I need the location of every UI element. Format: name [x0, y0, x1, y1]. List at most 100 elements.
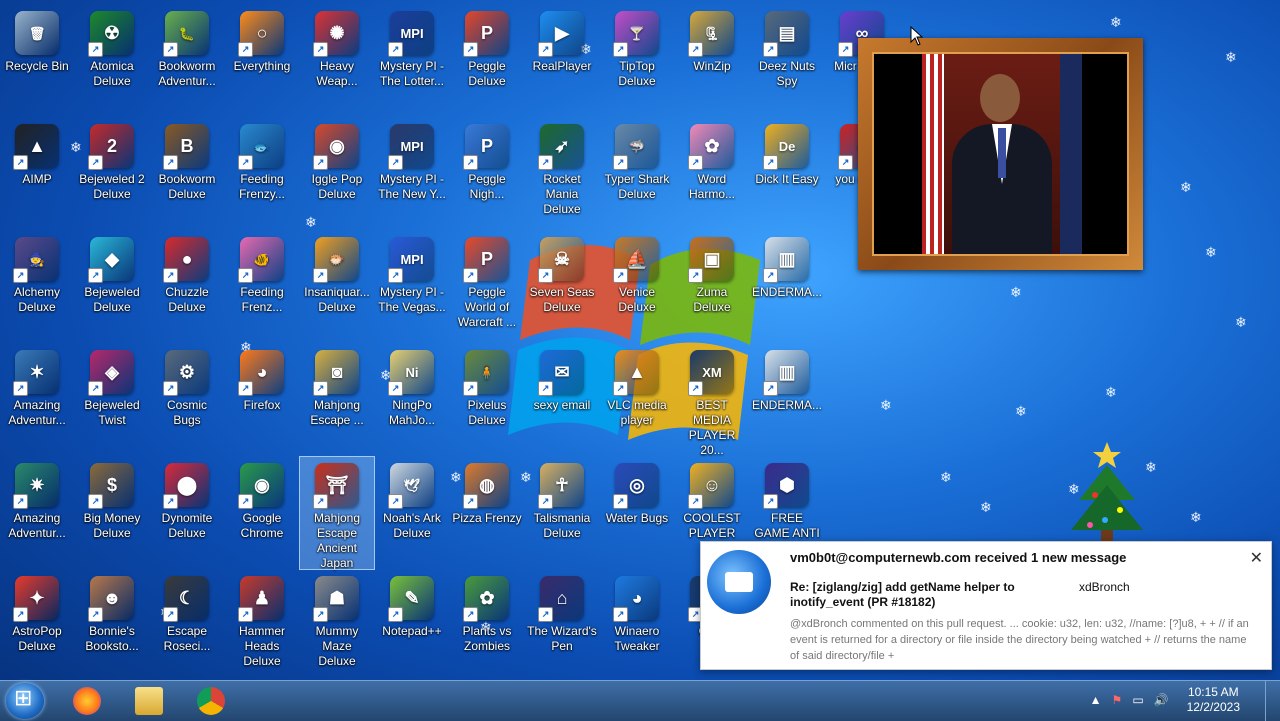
desktop-icon[interactable]: MPI ↗ Mystery PI - The New Y... — [375, 118, 449, 228]
desktop-icon[interactable]: ○ ↗ Everything — [225, 5, 299, 115]
desktop-icon[interactable]: ✿ ↗ Plants vs Zombies — [450, 570, 524, 680]
desktop-icon[interactable]: ⛩ ↗ Mahjong Escape Ancient Japan — [299, 456, 375, 570]
desktop-icon[interactable]: ➶ ↗ Rocket Mania Deluxe — [525, 118, 599, 228]
desktop-icon[interactable]: ☻ ↗ Bonnie's Booksto... — [75, 570, 149, 680]
desktop-icon[interactable]: ⬤ ↗ Dynomite Deluxe — [150, 457, 224, 567]
desktop-icon[interactable]: ◕ ↗ Winaero Tweaker — [600, 570, 674, 680]
shortcut-arrow-icon: ↗ — [163, 155, 178, 170]
desktop-icon[interactable]: P ↗ Peggle Nigh... — [450, 118, 524, 228]
desktop-icon[interactable]: ✦ ↗ AstroPop Deluxe — [0, 570, 74, 680]
app-icon: ⛩ ↗ — [313, 463, 359, 509]
clock[interactable]: 10:15 AM 12/2/2023 — [1187, 685, 1240, 715]
desktop-icon[interactable]: ✷ ↗ Amazing Adventur... — [0, 457, 74, 567]
desktop-icon-label: Mummy Maze Deluxe — [315, 624, 359, 668]
app-icon: ☻ ↗ — [88, 576, 134, 622]
desktop-icon[interactable]: ● ↗ Chuzzle Deluxe — [150, 231, 224, 341]
desktop-icon[interactable]: B ↗ Bookworm Deluxe — [150, 118, 224, 228]
desktop-icon[interactable]: ▥ ↗ ENDERMA... — [750, 344, 824, 454]
desktop-icon-label: Bookworm Deluxe — [158, 172, 216, 201]
desktop-icon[interactable]: 🦈 ↗ Typer Shark Deluxe — [600, 118, 674, 228]
desktop-icon[interactable]: ✉ ↗ sexy email — [525, 344, 599, 454]
shortcut-arrow-icon: ↗ — [313, 494, 328, 509]
desktop-icon[interactable]: ✶ ↗ Amazing Adventur... — [0, 344, 74, 454]
desktop-icon[interactable]: MPI ↗ Mystery PI - The Lotter... — [375, 5, 449, 115]
desktop-icon[interactable]: MPI ↗ Mystery PI - The Vegas... — [375, 231, 449, 341]
shortcut-arrow-icon: ↗ — [13, 268, 28, 283]
desktop-icon[interactable]: ⚙ ↗ Cosmic Bugs — [150, 344, 224, 454]
desktop-icon[interactable]: ◍ ↗ Pizza Frenzy — [450, 457, 524, 567]
desktop-icon[interactable]: ☢ ↗ Atomica Deluxe — [75, 5, 149, 115]
network-icon[interactable]: ▭ — [1132, 693, 1143, 707]
desktop-icon[interactable]: ☾ ↗ Escape Roseci... — [150, 570, 224, 680]
desktop-icon[interactable]: 🐛 ↗ Bookworm Adventur... — [150, 5, 224, 115]
shortcut-arrow-icon: ↗ — [838, 42, 853, 57]
desktop-icon-label: Mahjong Escape ... — [310, 398, 364, 427]
desktop-icon[interactable]: ⌂ ↗ The Wizard's Pen — [525, 570, 599, 680]
shortcut-arrow-icon: ↗ — [163, 494, 178, 509]
desktop-icon[interactable]: 🕊 ↗ Noah's Ark Deluxe — [375, 457, 449, 567]
desktop-icon[interactable]: 2 ↗ Bejeweled 2 Deluxe — [75, 118, 149, 228]
new-mail-notification[interactable]: vm0b0t@computernewb.com received 1 new m… — [700, 541, 1272, 670]
desktop-icon[interactable]: XM ↗ BEST MEDIA PLAYER 20... — [675, 344, 749, 457]
desktop-icon[interactable]: ⛵ ↗ Venice Deluxe — [600, 231, 674, 341]
desktop-icon[interactable]: ◙ ↗ Mahjong Escape ... — [300, 344, 374, 454]
desktop-icon[interactable]: P ↗ Peggle Deluxe — [450, 5, 524, 115]
shortcut-arrow-icon: ↗ — [763, 42, 778, 57]
desktop-icon[interactable]: ✎ ↗ Notepad++ — [375, 570, 449, 680]
desktop-icon[interactable]: ☗ ↗ Mummy Maze Deluxe — [300, 570, 374, 680]
desktop-icon[interactable]: ▥ ↗ ENDERMA... — [750, 231, 824, 341]
shortcut-arrow-icon: ↗ — [88, 607, 103, 622]
desktop-icon[interactable]: ▤ ↗ Deez Nuts Spy — [750, 5, 824, 115]
app-icon: 🐛 ↗ — [163, 11, 209, 57]
desktop-icon[interactable]: $ ↗ Big Money Deluxe — [75, 457, 149, 567]
desktop-icon-label: Amazing Adventur... — [8, 511, 66, 540]
desktop-icon[interactable]: 🐟 ↗ Feeding Frenzy... — [225, 118, 299, 228]
action-center-flag-icon[interactable]: ⚑ — [1112, 693, 1123, 707]
desktop-icon[interactable]: ▲ ↗ AIMP — [0, 118, 74, 228]
app-icon: ☾ ↗ — [163, 576, 209, 622]
desktop-icon[interactable]: 🐡 ↗ Insaniquar... Deluxe — [300, 231, 374, 341]
app-icon: ☺ ↗ — [688, 463, 734, 509]
desktop-icon[interactable]: 🗜 ↗ WinZip — [675, 5, 749, 115]
desktop-icon[interactable]: ✿ ↗ Word Harmo... — [675, 118, 749, 228]
desktop-icon[interactable]: 🍸 ↗ TipTop Deluxe — [600, 5, 674, 115]
desktop-icon[interactable]: ▲ ↗ VLC media player — [600, 344, 674, 454]
desktop-icon[interactable]: ☥ ↗ Talismania Deluxe — [525, 457, 599, 567]
photo-frame-gadget[interactable] — [858, 38, 1143, 270]
volume-icon[interactable]: 🔊 — [1154, 693, 1169, 707]
desktop-icon[interactable]: 🧍 ↗ Pixelus Deluxe — [450, 344, 524, 454]
desktop-icon[interactable]: ▶ ↗ RealPlayer — [525, 5, 599, 115]
desktop-icon[interactable]: ◉ ↗ Iggle Pop Deluxe — [300, 118, 374, 228]
desktop-icon[interactable]: ◉ ↗ Google Chrome — [225, 457, 299, 567]
show-desktop-button[interactable] — [1265, 681, 1280, 721]
desktop-icon[interactable]: ◕ ↗ Firefox — [225, 344, 299, 454]
desktop-icon[interactable]: P ↗ Peggle World of Warcraft ... — [450, 231, 524, 341]
notification-subject: Re: [ziglang/zig] add getName helper to … — [790, 580, 1015, 609]
taskbar-firefox-button[interactable] — [60, 683, 114, 719]
desktop-icon[interactable]: 🧙 ↗ Alchemy Deluxe — [0, 231, 74, 341]
desktop-icon[interactable]: ▣ ↗ Zuma Deluxe — [675, 231, 749, 341]
shortcut-arrow-icon: ↗ — [538, 155, 553, 170]
desktop-icon[interactable]: 🐠 ↗ Feeding Frenz... — [225, 231, 299, 341]
desktop-icon[interactable]: ◆ ↗ Bejeweled Deluxe — [75, 231, 149, 341]
mouse-cursor-icon — [910, 26, 924, 46]
desktop-icon[interactable]: ☠ ↗ Seven Seas Deluxe — [525, 231, 599, 341]
desktop-icon[interactable]: ✺ ↗ Heavy Weap... — [300, 5, 374, 115]
close-icon[interactable]: ✕ — [1250, 548, 1263, 568]
desktop-icon[interactable]: Ni ↗ NingPo MahJo... — [375, 344, 449, 454]
desktop-icon-label: Plants vs Zombies — [462, 624, 512, 653]
desktop-icon[interactable]: ♟ ↗ Hammer Heads Deluxe — [225, 570, 299, 680]
shortcut-arrow-icon: ↗ — [13, 607, 28, 622]
taskbar-chrome-button[interactable] — [184, 683, 238, 719]
desktop-icon[interactable]: ◎ ↗ Water Bugs — [600, 457, 674, 567]
show-hidden-icons-icon[interactable]: ▲ — [1090, 693, 1102, 707]
desktop-icon[interactable]: De ↗ Dick It Easy — [750, 118, 824, 228]
desktop-icon[interactable]: ◈ ↗ Bejeweled Twist — [75, 344, 149, 454]
desktop-icon-label: RealPlayer — [532, 59, 592, 73]
desktop-icon[interactable]: 🗑 Recycle Bin — [0, 5, 74, 115]
start-button[interactable] — [6, 683, 44, 719]
taskbar-explorer-button[interactable] — [122, 683, 176, 719]
desktop-icon-label: Escape Roseci... — [163, 624, 211, 653]
desktop-icon-label: Bejeweled 2 Deluxe — [79, 172, 145, 201]
christmas-tree-decoration — [1071, 442, 1143, 546]
